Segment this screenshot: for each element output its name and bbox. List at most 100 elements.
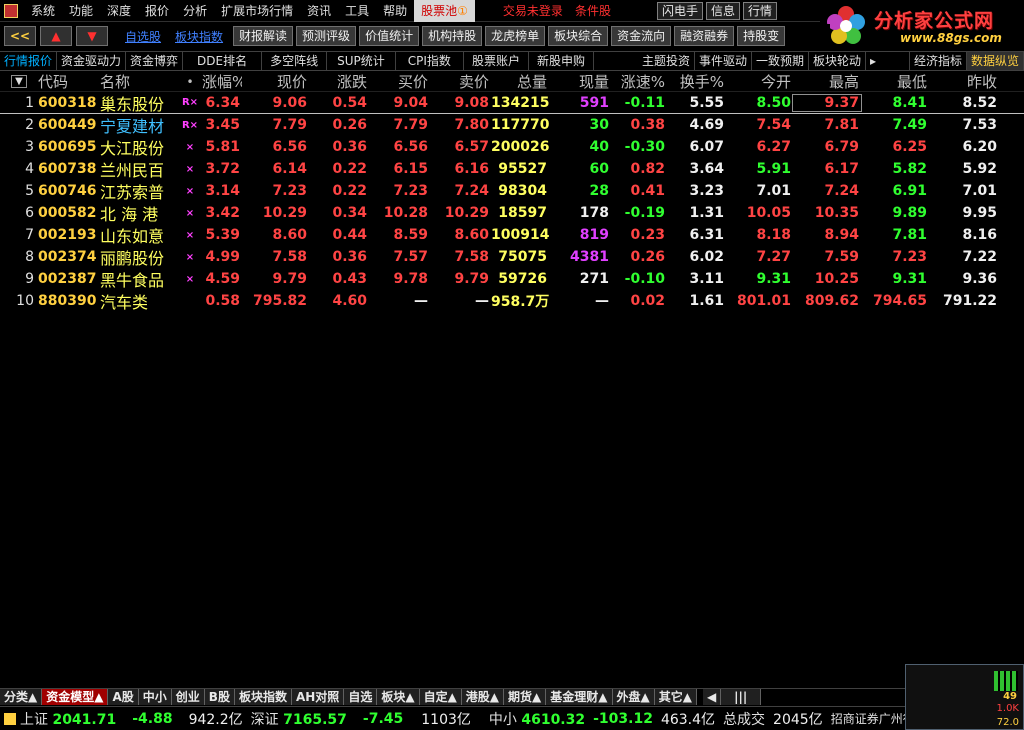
col-high[interactable]: 最高	[793, 71, 861, 92]
tab-market-quote[interactable]: 行情报价	[0, 52, 58, 70]
watchlist-link[interactable]: 自选股	[118, 28, 168, 45]
col-ask[interactable]: 卖价	[430, 71, 491, 92]
info-button[interactable]: 信息	[705, 1, 740, 20]
menu-extended-market[interactable]: 扩展市场行情	[214, 0, 300, 22]
tab-fund-shortcut[interactable]: ▸	[866, 52, 910, 70]
tab-data-overview[interactable]: 数据纵览	[966, 52, 1024, 70]
btab-other[interactable]: 其它▲	[654, 689, 697, 705]
col-turnover[interactable]: 换手%	[667, 71, 726, 92]
btab-fund-finance[interactable]: 基金理财▲	[546, 689, 613, 705]
menu-analysis[interactable]: 分析	[176, 0, 214, 22]
sector-overview-button[interactable]: 板块综合	[548, 26, 609, 46]
col-current-volume[interactable]: 现量	[549, 71, 611, 92]
stock-name[interactable]: 丽鹏股份	[100, 245, 178, 269]
flash-trader-button[interactable]: 闪电手	[656, 1, 703, 20]
tab-event-driven[interactable]: 事件驱动	[695, 52, 752, 70]
btab-a-share[interactable]: A股	[108, 689, 139, 705]
sz-index[interactable]: 深证 7165.57	[251, 709, 347, 729]
tab-sup-stats[interactable]: SUP统计	[327, 52, 396, 70]
stock-name[interactable]: 北 海 港	[100, 201, 178, 225]
tab-sector-rotation[interactable]: 板块轮动	[809, 52, 867, 70]
shareholding-change-button[interactable]: 持股变	[737, 26, 786, 46]
menu-help[interactable]: 帮助	[376, 0, 414, 22]
scroll-left-icon[interactable]: ◀	[702, 689, 722, 705]
tab-capital-drive[interactable]: 资金驱动力	[57, 52, 127, 70]
col-low[interactable]: 最低	[861, 71, 929, 92]
stock-name[interactable]: 黑牛食品	[100, 267, 178, 291]
capital-flow-button[interactable]: 资金流向	[611, 26, 672, 46]
col-price[interactable]: 现价	[242, 71, 309, 92]
tab-dde-ranking[interactable]: DDE排名	[183, 52, 263, 70]
menu-system[interactable]: 系统	[24, 0, 62, 22]
menu-tools[interactable]: 工具	[338, 0, 376, 22]
table-row[interactable]: 1 600318 巢东股份 R× 6.34 9.06 0.54 9.04 9.08 134215 5…	[0, 92, 1024, 114]
btab-ah-compare[interactable]: AH对照	[291, 689, 345, 705]
col-change-pct[interactable]: 涨幅%	[202, 71, 242, 92]
btab-sme[interactable]: 中小	[138, 689, 172, 705]
btab-chinext[interactable]: 创业	[171, 689, 205, 705]
col-name[interactable]: 名称	[100, 71, 178, 92]
col-bid[interactable]: 买价	[369, 71, 430, 92]
table-row[interactable]: 3 600695 大江股份 × 5.81 6.56 0.36 6.56 6.57 200026 40…	[0, 136, 1024, 158]
sh-index[interactable]: 上证 2041.71	[20, 709, 116, 729]
table-row[interactable]: 7 002193 山东如意 × 5.39 8.60 0.44 8.59 8.60 100914 81…	[0, 224, 1024, 246]
col-code[interactable]: 代码	[38, 71, 100, 92]
menu-news[interactable]: 资讯	[300, 0, 338, 22]
stock-name[interactable]: 宁夏建材	[100, 113, 178, 137]
back-button[interactable]: <<	[4, 26, 36, 46]
col-change[interactable]: 涨跌	[309, 71, 369, 92]
col-prev-close[interactable]: 昨收	[929, 71, 999, 92]
condition-stock-link[interactable]: 条件股	[569, 0, 617, 22]
btab-b-share[interactable]: B股	[204, 689, 235, 705]
zx-index[interactable]: 中小 4610.32	[489, 709, 585, 729]
menu-stock-pool[interactable]: 股票池①	[414, 0, 475, 22]
col-flag[interactable]: •	[178, 75, 202, 89]
col-speed[interactable]: 涨速%	[611, 71, 667, 92]
stock-name[interactable]: 兰州民百	[100, 157, 178, 181]
horizontal-scrollbar[interactable]: |||	[721, 689, 762, 705]
tab-economic-indicators[interactable]: 经济指标	[910, 52, 967, 70]
btab-foreign-market[interactable]: 外盘▲	[612, 689, 655, 705]
stock-name[interactable]: 大江股份	[100, 135, 178, 159]
app-icon[interactable]	[4, 3, 18, 18]
table-row[interactable]: 6 000582 北 海 港 × 3.42 10.29 0.34 10.28 10.29 1859…	[0, 202, 1024, 224]
btab-sector[interactable]: 板块▲	[377, 689, 420, 705]
tab-capital-game[interactable]: 资金博弈	[126, 52, 184, 70]
stock-name[interactable]: 汽车类	[100, 289, 178, 313]
trade-login-status[interactable]: 交易未登录	[497, 0, 569, 22]
institution-holdings-button[interactable]: 机构持股	[422, 26, 483, 46]
sector-index-link[interactable]: 板块指数	[168, 28, 230, 45]
btab-futures[interactable]: 期货▲	[504, 689, 547, 705]
next-page-button[interactable]: ▼	[76, 26, 108, 46]
btab-watchlist[interactable]: 自选	[344, 689, 378, 705]
btab-category[interactable]: 分类▲	[0, 689, 43, 705]
column-menu-button[interactable]: ▼	[0, 75, 38, 88]
table-row[interactable]: 10 880390 汽车类 0.58 795.82 4.60— —958.7万 —0.02 1.…	[0, 290, 1024, 312]
stock-name[interactable]: 江苏索普	[100, 179, 178, 203]
table-row[interactable]: 8 002374 丽鹏股份 × 4.99 7.58 0.36 7.57 7.58 75075 438…	[0, 246, 1024, 268]
table-row[interactable]: 4 600738 兰州民百 × 3.72 6.14 0.22 6.15 6.16 95527 60 0…	[0, 158, 1024, 180]
tab-bull-bear[interactable]: 多空阵线	[262, 52, 328, 70]
tab-stock-account[interactable]: 股票账户	[464, 52, 529, 70]
tab-theme-investing[interactable]: 主题投资	[638, 52, 695, 70]
menu-function[interactable]: 功能	[62, 0, 100, 22]
prev-page-button[interactable]: ▲	[40, 26, 72, 46]
table-row[interactable]: 9 002387 黑牛食品 × 4.59 9.79 0.43 9.78 9.79 59726 271…	[0, 268, 1024, 290]
forecast-rating-button[interactable]: 预测评级	[296, 26, 357, 46]
dragon-tiger-list-button[interactable]: 龙虎榜单	[485, 26, 546, 46]
btab-custom[interactable]: 自定▲	[419, 689, 462, 705]
value-stats-button[interactable]: 价值统计	[359, 26, 420, 46]
btab-hk-stocks[interactable]: 港股▲	[461, 689, 505, 705]
btab-capital-model[interactable]: 资金模型▲	[42, 689, 109, 705]
quote-button[interactable]: 行情	[742, 1, 777, 20]
col-volume[interactable]: 总量	[491, 71, 549, 92]
tab-ipo-subscription[interactable]: 新股申购	[529, 52, 594, 70]
table-row[interactable]: 5 600746 江苏索普 × 3.14 7.23 0.22 7.23 7.24 98304 28 0…	[0, 180, 1024, 202]
network-widget[interactable]: 49 1.0K 72.0	[905, 664, 1024, 730]
financial-report-button[interactable]: 财报解读	[233, 26, 294, 46]
menu-quote[interactable]: 报价	[138, 0, 176, 22]
tab-consensus-forecast[interactable]: 一致预期	[752, 52, 810, 70]
stock-name[interactable]: 山东如意	[100, 223, 178, 247]
table-row[interactable]: 2 600449 宁夏建材 R× 3.45 7.79 0.26 7.79 7.80 117770 3…	[0, 114, 1024, 136]
col-open[interactable]: 今开	[726, 71, 793, 92]
